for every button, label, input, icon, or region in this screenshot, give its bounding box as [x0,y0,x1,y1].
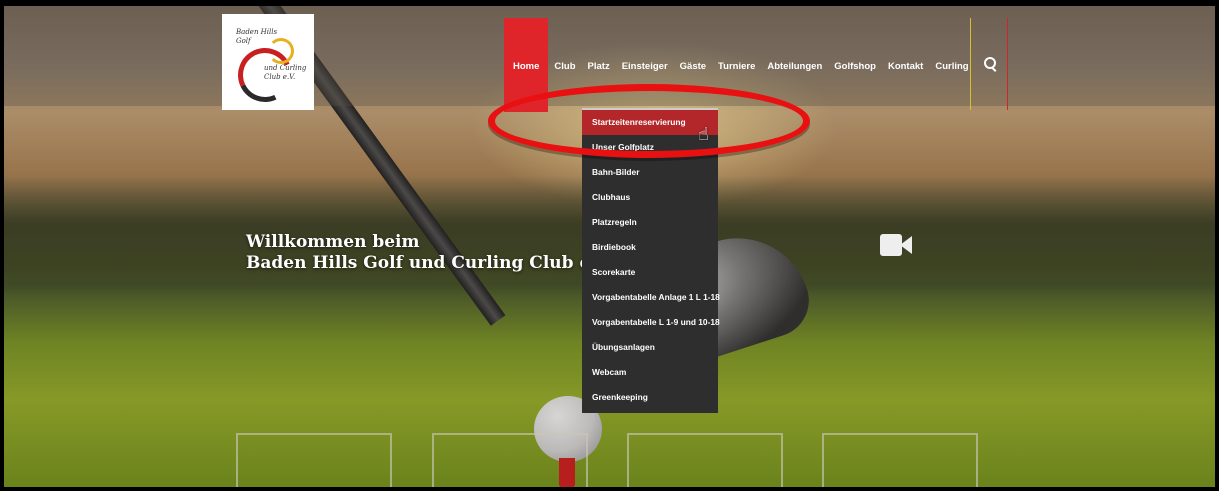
dropdown-item-clubhaus[interactable]: Clubhaus [582,185,718,210]
dropdown-item-birdiebook[interactable]: Birdiebook [582,235,718,260]
nav-item-einsteiger[interactable]: Einsteiger [616,62,674,72]
browser-frame: Baden Hills Golf und Curling Club e.V. H… [0,0,1219,491]
nav-item-abteilungen[interactable]: Abteilungen [761,62,828,72]
nav-divider-yellow [970,18,971,110]
dropdown-item-vorgabentabelle-l[interactable]: Vorgabentabelle L 1-9 und 10-18 [582,310,720,335]
logo-line-3: und Curling [264,64,307,72]
logo-leaf-icon [268,38,294,64]
dropdown-item-webcam[interactable]: Webcam [582,360,718,385]
feature-tile[interactable] [236,433,392,487]
nav-item-curling[interactable]: Curling [929,62,974,72]
site-logo[interactable]: Baden Hills Golf und Curling Club e.V. [222,14,314,110]
dropdown-item-platzregeln[interactable]: Platzregeln [582,210,718,235]
hand-pointer-icon: ☝ [698,124,709,145]
hero-line-1: Willkommen beim [246,232,420,252]
logo-line-2: Golf [236,37,251,45]
nav-divider-red [1007,18,1008,110]
feature-tile[interactable] [822,433,978,487]
highlight-ellipse-annotation [488,84,810,158]
logo-mark: Baden Hills Golf und Curling Club e.V. [228,20,308,110]
hero-headline: Willkommen beim Baden Hills Golf und Cur… [246,232,590,274]
feature-tile[interactable] [432,433,588,487]
logo-line-4: Club e.V. [264,73,296,81]
nav-item-platz[interactable]: Platz [582,62,616,72]
nav-item-kontakt[interactable]: Kontakt [882,62,929,72]
logo-text-bottom: und Curling Club e.V. [264,64,306,82]
dropdown-item-scorekarte[interactable]: Scorekarte [582,260,718,285]
nav-item-turniere[interactable]: Turniere [712,62,761,72]
nav-item-gaeste[interactable]: Gäste [674,62,712,72]
logo-line-1: Baden Hills [236,28,278,36]
hero-line-2: Baden Hills Golf und Curling Club e [246,253,591,273]
dropdown-item-vorgabentabelle-anlage[interactable]: Vorgabentabelle Anlage 1 L 1-18 [582,285,720,310]
dropdown-item-uebungsanlagen[interactable]: Übungsanlagen [582,335,718,360]
search-icon[interactable] [984,57,996,69]
nav-item-club[interactable]: Club [548,62,581,72]
feature-tile[interactable] [627,433,783,487]
dropdown-item-bahn-bilder[interactable]: Bahn-Bilder [582,160,718,185]
dropdown-item-greenkeeping[interactable]: Greenkeeping [582,385,718,410]
nav-item-golfshop[interactable]: Golfshop [828,62,882,72]
video-camera-icon[interactable] [880,234,912,256]
